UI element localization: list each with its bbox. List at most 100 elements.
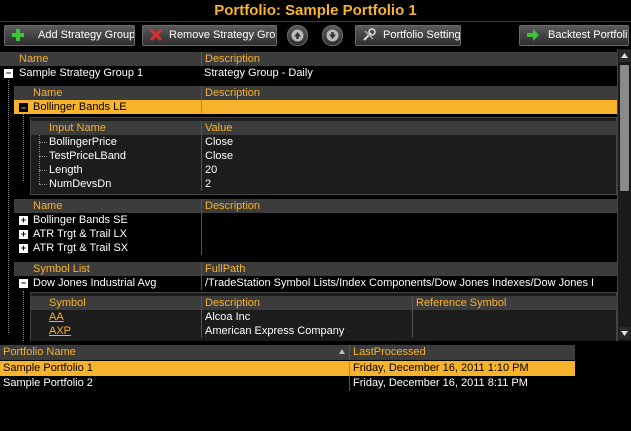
symbols-header: Symbol Description Reference Symbol	[31, 296, 617, 310]
remove-strategy-group-button[interactable]: Remove Strategy Group	[142, 25, 277, 46]
strategy-row[interactable]: + ATR Trgt & Trail SX	[14, 241, 617, 255]
scroll-down-icon	[621, 331, 628, 336]
input-row[interactable]: Length 20	[31, 163, 617, 177]
symbol-link[interactable]: AA	[49, 311, 64, 323]
header-description: Description	[201, 52, 617, 66]
collapse-icon[interactable]: −	[19, 103, 28, 113]
last-processed: Friday, December 16, 2011 8:11 PM	[349, 376, 575, 391]
strategy-name: Bollinger Bands LE	[33, 101, 127, 113]
input-name: BollingerPrice	[49, 136, 117, 148]
input-value[interactable]: 2	[201, 177, 617, 191]
symbol-link[interactable]: AXP	[49, 325, 71, 337]
strategy-group-row[interactable]: − Sample Strategy Group 1 Strategy Group…	[0, 66, 617, 80]
strategy-row-selected[interactable]: − Bollinger Bands LE	[14, 100, 617, 114]
up-arrow-icon	[291, 29, 304, 42]
group-name: Sample Strategy Group 1	[19, 67, 144, 79]
backtest-portfolio-label: Backtest Portfolio	[548, 29, 629, 41]
symbols-header-symbol: Symbol	[49, 297, 86, 309]
symbols-header-reference: Reference Symbol	[412, 296, 589, 310]
symbol-row[interactable]: AXP American Express Company	[31, 324, 617, 338]
last-processed-header[interactable]: LastProcessed	[349, 345, 575, 360]
tree-header: Name Description	[0, 52, 617, 66]
portfolio-grid: Portfolio Name LastProcessed Sample Port…	[0, 345, 575, 395]
last-processed: Friday, December 16, 2011 1:10 PM	[349, 361, 575, 376]
strategy-description	[201, 227, 617, 241]
input-row[interactable]: BollingerPrice Close	[31, 135, 617, 149]
remove-strategy-group-label: Remove Strategy Group	[169, 29, 277, 41]
input-row[interactable]: NumDevsDn 2	[31, 177, 617, 191]
symbols-header-description: Description	[201, 296, 411, 310]
portfolio-row[interactable]: Sample Portfolio 2 Friday, December 16, …	[0, 376, 575, 391]
inputs-header: Input Name Value	[31, 121, 617, 135]
window-title: Portfolio: Sample Portfolio 1	[214, 2, 417, 19]
tree-line	[39, 156, 47, 157]
strategies-header: Name Description	[14, 86, 617, 100]
strategies-header-description: Description	[201, 199, 617, 213]
tree-line	[39, 184, 47, 185]
symbol-description: Alcoa Inc	[201, 310, 411, 324]
tree-scrollbar[interactable]	[617, 49, 631, 341]
portfolio-name: Sample Portfolio 2	[3, 377, 93, 389]
strategy-name: ATR Trgt & Trail LX	[33, 228, 127, 240]
expand-icon[interactable]: +	[19, 216, 28, 225]
portfolio-name-header[interactable]: Portfolio Name	[0, 345, 348, 360]
move-down-button[interactable]	[322, 25, 343, 46]
portfolio-settings-label: Portfolio Settings	[383, 29, 461, 41]
strategy-description	[201, 241, 617, 255]
symbol-description: American Express Company	[201, 324, 411, 338]
tree-line	[23, 111, 24, 181]
expand-icon[interactable]: +	[19, 230, 28, 239]
input-name: Length	[49, 164, 83, 176]
strategy-row[interactable]: + Bollinger Bands SE	[14, 213, 617, 227]
scroll-thumb[interactable]	[620, 65, 629, 191]
remove-x-icon	[149, 28, 163, 42]
scroll-up-icon	[621, 53, 628, 58]
move-up-button[interactable]	[287, 25, 308, 46]
portfolio-row-selected[interactable]: Sample Portfolio 1 Friday, December 16, …	[0, 361, 575, 376]
portfolio-name: Sample Portfolio 1	[3, 362, 93, 374]
tree-line	[39, 170, 47, 171]
symbol-cell: AA	[46, 310, 200, 324]
add-strategy-group-button[interactable]: Add Strategy Group	[4, 25, 135, 46]
input-value[interactable]: Close	[201, 135, 617, 149]
strategy-tree: Name Description − Sample Strategy Group…	[0, 49, 617, 341]
collapse-icon[interactable]: −	[4, 69, 13, 78]
group-description: Strategy Group - Daily	[204, 67, 313, 79]
down-arrow-icon	[326, 29, 339, 42]
add-strategy-group-label: Add Strategy Group	[38, 29, 135, 41]
tree-line	[39, 142, 47, 143]
strategies-header-2: Name Description	[14, 199, 617, 213]
inputs-header-value: Value	[201, 121, 617, 135]
tree-line	[8, 80, 9, 333]
scroll-up-button[interactable]	[619, 50, 630, 62]
strategies-header-name: Name	[33, 87, 63, 99]
input-name: TestPriceLBand	[49, 150, 127, 162]
symbol-reference	[412, 310, 589, 324]
input-value[interactable]: 20	[201, 163, 617, 177]
title-bar: Portfolio: Sample Portfolio 1	[0, 0, 631, 22]
input-row[interactable]: TestPriceLBand Close	[31, 149, 617, 163]
collapse-icon[interactable]: −	[19, 279, 28, 288]
scroll-down-button[interactable]	[619, 327, 630, 339]
symbol-list-path: /TradeStation Symbol Lists/Index Compone…	[201, 276, 593, 290]
strategy-description	[201, 213, 617, 227]
tree-line	[39, 135, 40, 184]
strategy-description	[201, 100, 617, 114]
strategy-row[interactable]: + ATR Trgt & Trail LX	[14, 227, 617, 241]
strategy-name: ATR Trgt & Trail SX	[33, 242, 129, 254]
symbol-list-name: Dow Jones Industrial Avg	[33, 277, 157, 289]
symbol-reference	[412, 324, 589, 338]
portfolio-grid-header: Portfolio Name LastProcessed	[0, 345, 575, 360]
expand-icon[interactable]: +	[19, 244, 28, 253]
symbol-list-row[interactable]: − Dow Jones Industrial Avg /TradeStation…	[14, 276, 617, 290]
symbol-list-header-name: Symbol List	[33, 263, 90, 275]
portfolio-settings-button[interactable]: Portfolio Settings	[355, 25, 461, 46]
sort-asc-icon	[339, 349, 345, 354]
symbol-row[interactable]: AA Alcoa Inc	[31, 310, 617, 324]
strategies-header-name: Name	[33, 200, 63, 212]
strategy-name: Bollinger Bands SE	[33, 214, 128, 226]
toolbar: Add Strategy Group Remove Strategy Group…	[0, 22, 631, 48]
input-value[interactable]: Close	[201, 149, 617, 163]
input-name: NumDevsDn	[49, 178, 112, 190]
backtest-portfolio-button[interactable]: Backtest Portfolio	[519, 25, 629, 46]
